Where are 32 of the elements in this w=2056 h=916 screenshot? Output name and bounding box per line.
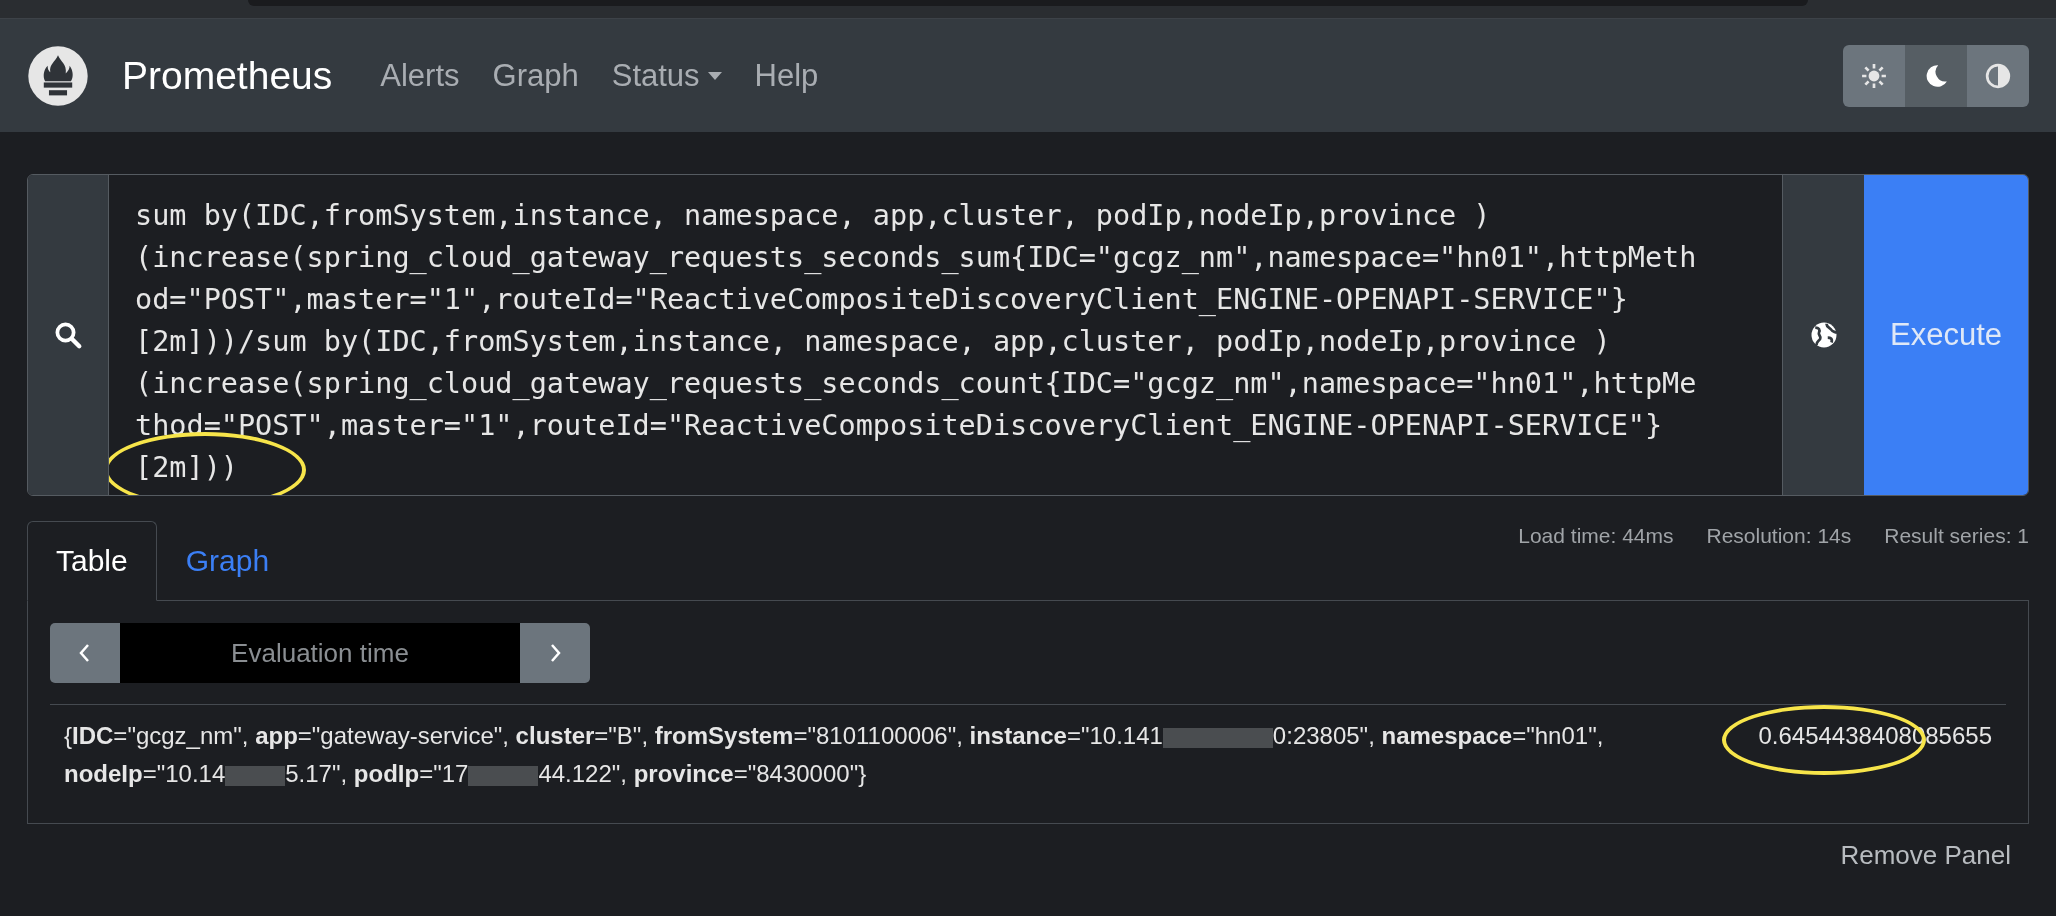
flame-logo-icon xyxy=(27,44,89,107)
query-editor[interactable] xyxy=(27,174,2029,496)
brand-name[interactable]: Prometheus xyxy=(122,53,333,98)
nav-link[interactable]: Alerts xyxy=(380,57,460,94)
tab[interactable]: Graph xyxy=(156,521,299,601)
evaluation-time-field[interactable]: Evaluation time xyxy=(120,623,520,683)
nav-link[interactable]: Help xyxy=(754,57,819,94)
execute-button[interactable]: Execute xyxy=(1864,175,2028,495)
remove-panel-link[interactable]: Remove Panel xyxy=(1840,840,2011,871)
stat-text: Load time: 44ms xyxy=(1518,524,1674,548)
tab[interactable]: Table xyxy=(27,521,157,601)
chevron-left-icon xyxy=(79,643,91,663)
nav-link[interactable]: Graph xyxy=(492,57,579,94)
stat-text: Resolution: 14s xyxy=(1706,524,1852,548)
nav-link[interactable]: Status xyxy=(611,57,722,94)
query-line: [2m])) xyxy=(135,450,238,486)
theme-button[interactable] xyxy=(1905,44,1967,107)
caret-icon xyxy=(707,71,722,80)
query-line: (increase(spring_cloud_gateway_requests_seconds_count{IDC="gcgz_nm",namespace="hn01",httpMe xyxy=(135,366,1697,402)
query-line: (increase(spring_cloud_gateway_requests_seconds_sum{IDC="gcgz_nm",namespace="hn01",httpMeth xyxy=(135,240,1697,276)
theme-button[interactable] xyxy=(1967,44,2029,107)
search-icon xyxy=(53,320,83,350)
query-line: thod="POST",master="1",routeId="ReactiveCompositeDiscoveryClient_ENGINE-OPENAPI-SERVICE"} xyxy=(135,408,1663,444)
query-line: sum by(IDC,fromSystem,instance, namespace, app,cluster, podIp,nodeIp,province ) xyxy=(135,198,1491,234)
query-line: [2m]))/sum by(IDC,fromSystem,instance, namespace, app,cluster, podIp,nodeIp,province ) xyxy=(135,324,1611,360)
sun-icon xyxy=(1861,62,1887,89)
chevron-right-icon xyxy=(549,643,561,663)
query-line: od="POST",master="1",routeId="ReactiveCompositeDiscoveryClient_ENGINE-OPENAPI-SERVICE"} xyxy=(135,282,1628,318)
stat-text: Result series: 1 xyxy=(1884,524,2029,548)
series-labels: {IDC="gcgz_nm", app="gateway-service", cluster="B", fromSystem="8101100006", instance="10.141 0:23805", namespace="hn01", nodeIp="10.14 5.17", podIp="17 44.122", province="8430000"} xyxy=(64,721,1604,789)
theme-button[interactable] xyxy=(1843,44,1905,107)
half-circle-icon xyxy=(1985,62,2011,89)
